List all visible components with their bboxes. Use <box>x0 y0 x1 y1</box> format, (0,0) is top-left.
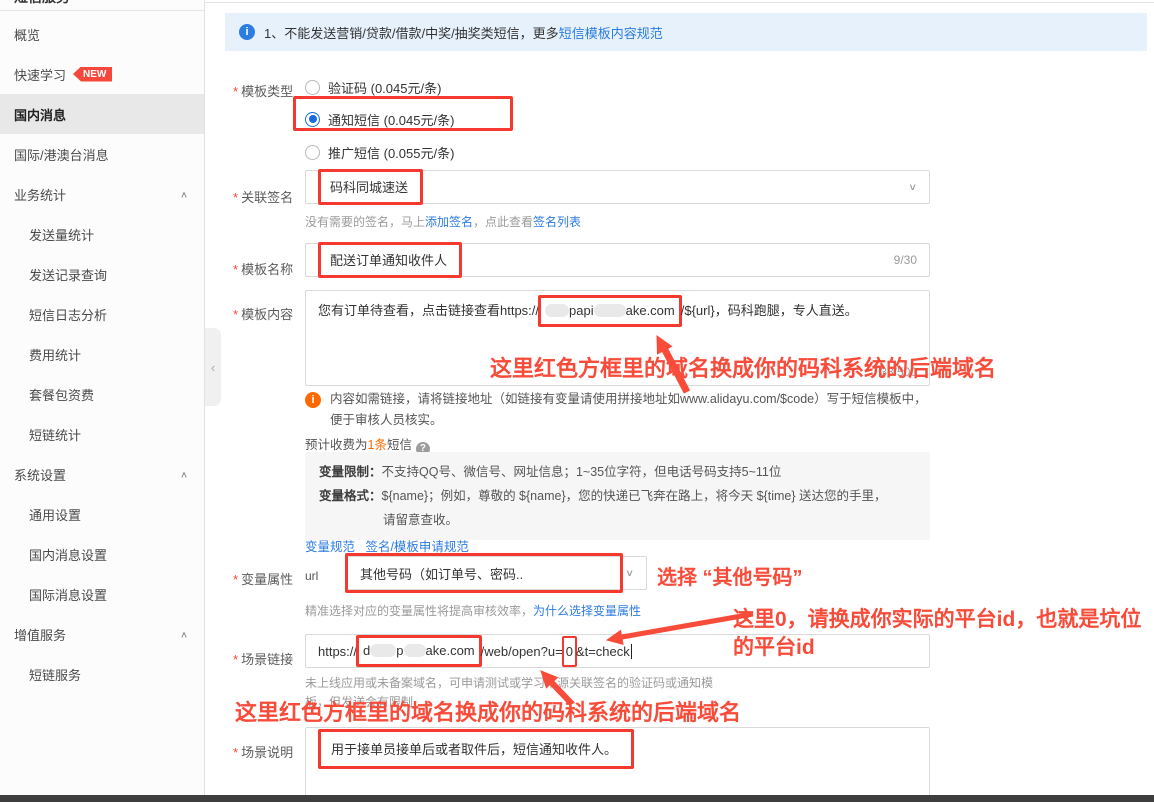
chevron-down-icon[interactable]: ∨ <box>908 181 917 192</box>
why-var-attribute-link[interactable]: 为什么选择变量属性 <box>533 604 641 618</box>
banner-text: 1、不能发送营销/贷款/借款/中奖/抽奖类短信，更多 <box>264 23 559 42</box>
notice-banner: i 1、不能发送营销/贷款/借款/中奖/抽奖类短信，更多短信模板内容规范 <box>225 13 1147 51</box>
divider <box>0 10 204 11</box>
variable-spec-link[interactable]: 变量规范 <box>305 540 355 554</box>
variable-limit-line: 变量限制：不支持QQ号、微信号、网址信息；1~35位字符，但电话号码支持5~11… <box>319 460 916 484</box>
var-attribute-select[interactable]: 其他号码（如订单号、密码.. ∨ <box>347 556 647 590</box>
sidebar-item-shortlink-stats[interactable]: 短链统计 <box>0 414 204 454</box>
radio-button[interactable] <box>305 80 320 95</box>
sidebar-group-value-added-services[interactable]: 增值服务∧ <box>0 614 204 654</box>
bottom-crop-bar <box>0 795 1154 802</box>
add-signature-link[interactable]: 添加签名 <box>425 215 473 229</box>
scene-link-label: *场景链接 <box>233 649 293 668</box>
sidebar-item-domestic-message[interactable]: 国内消息 <box>0 94 204 134</box>
warning-icon: i <box>305 392 321 408</box>
sidebar-item-send-volume-stats[interactable]: 发送量统计 <box>0 214 204 254</box>
sidebar-item-international-message[interactable]: 国际/港澳台消息 <box>0 134 204 174</box>
fee-count: 1条 <box>368 438 387 452</box>
sidebar-group-business-stats[interactable]: 业务统计∧ <box>0 174 204 214</box>
collapse-arrow-icon: ‹ <box>211 360 215 375</box>
chevron-up-icon: ∧ <box>180 189 188 199</box>
sidebar-item-general-settings[interactable]: 通用设置 <box>0 494 204 534</box>
variable-format-line2: 请留意查收。 <box>319 508 916 532</box>
info-icon: i <box>239 24 255 40</box>
sidebar-group-system-settings[interactable]: 系统设置∧ <box>0 454 204 494</box>
redacted-blur <box>545 304 569 317</box>
divider <box>205 2 1154 3</box>
sidebar-item-send-record-query[interactable]: 发送记录查询 <box>0 254 204 294</box>
signature-list-link[interactable]: 签名列表 <box>533 215 581 229</box>
sidebar-item-package-pricing[interactable]: 套餐包资费 <box>0 374 204 414</box>
sidebar-item-quick-learn[interactable]: 快速学习NEW <box>0 54 204 94</box>
redacted-blur <box>370 644 396 657</box>
sidebar-nav: 概览 快速学习NEW 国内消息 国际/港澳台消息 业务统计∧ 发送量统计 发送记… <box>0 14 204 694</box>
annotation-select-other: 选择 “其他号码” <box>657 561 803 590</box>
variable-rules-box: 变量限制：不支持QQ号、微信号、网址信息；1~35位字符，但电话号码支持5~11… <box>305 452 930 540</box>
panel-collapse-handle[interactable]: ‹ <box>205 328 221 406</box>
annotation-link-domain: 这里红色方框里的域名换成你的码科系统的后端域名 <box>235 695 741 727</box>
rule-links: 变量规范 签名/模板申请规范 <box>305 536 469 555</box>
template-name-label: *模板名称 <box>233 259 293 278</box>
main-content: i 1、不能发送营销/贷款/借款/中奖/抽奖类短信，更多短信模板内容规范 *模板… <box>205 0 1154 802</box>
annotation-box: 配送订单通知收件人 <box>318 242 462 278</box>
content-spec-link[interactable]: 短信模板内容规范 <box>559 23 663 42</box>
sidebar: 短信服务 概览 快速学习NEW 国内消息 国际/港澳台消息 业务统计∧ 发送量统… <box>0 0 205 802</box>
sidebar-item-shortlink-service[interactable]: 短链服务 <box>0 654 204 694</box>
sidebar-item-fee-stats[interactable]: 费用统计 <box>0 334 204 374</box>
radio-option-promo-sms[interactable]: 推广短信 (0.055元/条) <box>305 138 454 166</box>
annotation-platform-id: 这里0，请换成你实际的平台id，也就是坑位 的平台id <box>733 606 1141 662</box>
char-counter: 9/30 <box>894 253 917 267</box>
signature-label: *关联签名 <box>233 187 293 206</box>
sidebar-item-sms-log-analysis[interactable]: 短信日志分析 <box>0 294 204 334</box>
radio-button[interactable] <box>305 145 320 160</box>
content-link-notice: i 内容如需链接，请将链接地址（如链接有变量请使用拼接地址如www.aliday… <box>305 389 937 431</box>
signature-select[interactable]: 码科同城速送 ∨ <box>305 170 930 204</box>
var-attribute-helper: 精准选择对应的变量属性将提高审核效率，为什么选择变量属性 <box>305 602 641 619</box>
sidebar-item-domestic-message-settings[interactable]: 国内消息设置 <box>0 534 204 574</box>
radio-button-selected[interactable] <box>305 112 320 127</box>
sidebar-item-international-message-settings[interactable]: 国际消息设置 <box>0 574 204 614</box>
new-badge: NEW <box>73 67 112 82</box>
text-cursor <box>631 644 633 659</box>
template-content-label: *模板内容 <box>233 304 293 323</box>
variable-format-line: 变量格式：${name}；例如，尊敬的 ${name}，您的快递已飞奔在路上，将… <box>319 484 916 508</box>
chevron-up-icon: ∧ <box>180 469 188 479</box>
annotation-box: papiake.com <box>538 295 682 327</box>
template-apply-spec-link[interactable]: 签名/模板申请规范 <box>365 540 468 554</box>
chevron-up-icon: ∧ <box>180 629 188 639</box>
sidebar-title: 短信服务 <box>14 0 70 7</box>
chevron-down-icon[interactable]: ∨ <box>625 567 634 578</box>
annotation-box: dpake.com <box>356 635 482 667</box>
annotation-content-domain: 这里红色方框里的域名换成你的码科系统的后端域名 <box>490 351 996 383</box>
redacted-blur <box>594 304 626 317</box>
template-name-input[interactable]: 配送订单通知收件人 9/30 <box>305 243 930 277</box>
sidebar-item-overview[interactable]: 概览 <box>0 14 204 54</box>
radio-option-notification-sms[interactable]: 通知短信 (0.045元/条) <box>305 105 454 133</box>
var-attribute-label: *变量属性 <box>233 569 293 588</box>
annotation-box: 码科同城速送 <box>318 169 423 205</box>
annotation-box: 用于接单员接单后或者取件后，短信通知收件人。 <box>318 729 634 769</box>
radio-option-verification-code[interactable]: 验证码 (0.045元/条) <box>305 73 441 101</box>
scene-desc-label: *场景说明 <box>233 742 293 761</box>
platform-id-value: 0 <box>566 644 573 659</box>
scene-desc-textarea[interactable]: 用于接单员接单后或者取件后，短信通知收件人。 <box>305 727 930 797</box>
var-name: url <box>305 569 318 583</box>
template-type-label: *模板类型 <box>233 81 293 100</box>
redacted-blur <box>404 644 426 657</box>
signature-helper: 没有需要的签名，马上添加签名，点此查看签名列表 <box>305 213 581 230</box>
annotation-box: 0 <box>562 636 577 667</box>
sms-console-screen: 短信服务 概览 快速学习NEW 国内消息 国际/港澳台消息 业务统计∧ 发送量统… <box>0 0 1154 802</box>
